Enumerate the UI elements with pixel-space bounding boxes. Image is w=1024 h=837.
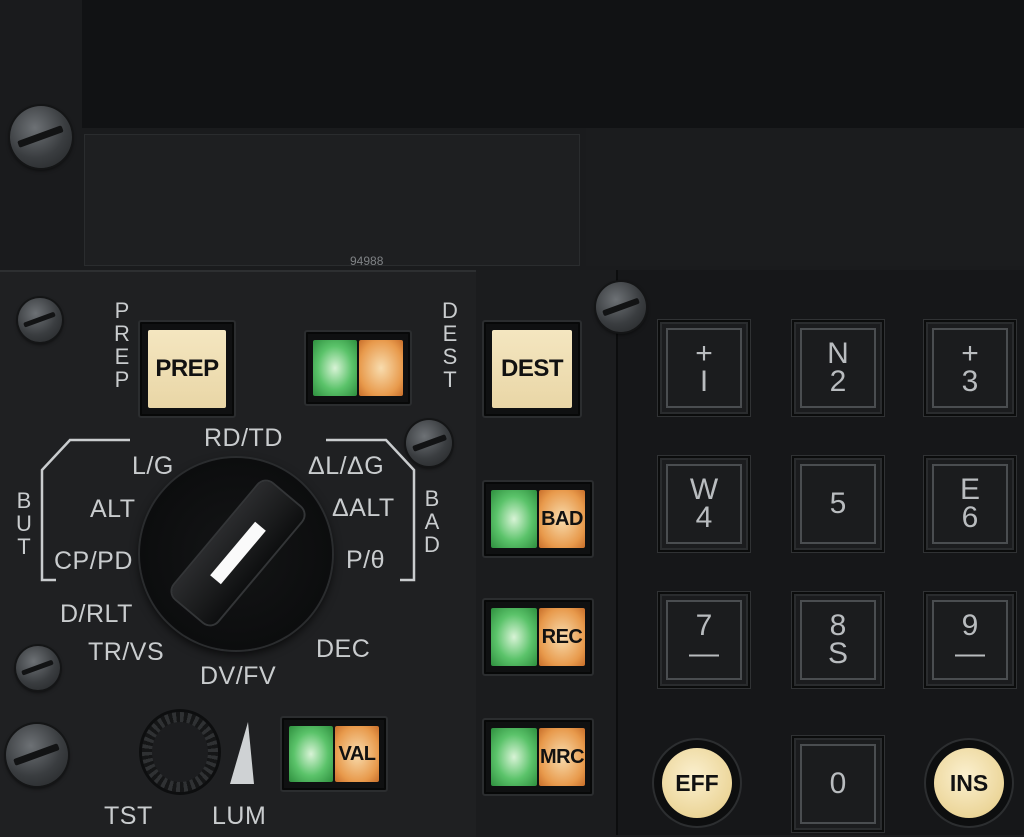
keypad-key-9[interactable]: 9— xyxy=(924,592,1016,688)
side-label-letter: T xyxy=(443,367,457,392)
selector-position-alt: ALT xyxy=(90,495,136,523)
screw-icon xyxy=(596,282,646,332)
keypad-key-2[interactable]: N2 xyxy=(792,320,884,416)
tst-knob[interactable] xyxy=(142,712,218,792)
keypad-key-5[interactable]: 5 xyxy=(792,456,884,552)
key-bottom: 3 xyxy=(961,365,979,398)
side-label-letter: D xyxy=(442,298,458,323)
bad-side-label: BAD xyxy=(420,488,444,557)
side-label-letter: B xyxy=(424,486,440,511)
selector-position-dec: DEC xyxy=(316,635,371,663)
side-label-letter: B xyxy=(16,488,32,513)
key-top: W xyxy=(689,473,719,506)
ins-label: INS xyxy=(934,748,1004,818)
selector-indicator-line xyxy=(210,521,266,585)
key-bottom: I xyxy=(699,365,709,398)
selector-position-delta-alt: ΔALT xyxy=(332,494,395,522)
ins-button[interactable]: INS xyxy=(926,740,1012,826)
val-label: VAL xyxy=(335,726,379,782)
screw-icon xyxy=(6,724,68,786)
keypad-key-7[interactable]: 7— xyxy=(658,592,750,688)
mrc-label: MRC xyxy=(539,728,585,786)
keypad-key-1[interactable]: + I xyxy=(658,320,750,416)
screw-icon xyxy=(10,106,72,168)
key-top: + xyxy=(961,337,979,370)
green-indicator xyxy=(289,726,333,782)
key-top: 7 xyxy=(695,609,713,642)
keypad-key-0[interactable]: 0 xyxy=(792,736,884,832)
eff-label: EFF xyxy=(662,748,732,818)
side-label-letter: E xyxy=(442,321,458,346)
key-bottom: — xyxy=(689,637,719,670)
prep-side-label: PREP xyxy=(110,300,134,392)
upper-display-window-right xyxy=(586,128,1024,266)
keypad-key-8[interactable]: 8S xyxy=(792,592,884,688)
screw-icon xyxy=(16,646,60,690)
selector-position-rd-td: RD/TD xyxy=(204,424,283,452)
key-top: + xyxy=(695,337,713,370)
key-bottom: 4 xyxy=(695,501,713,534)
side-label-letter: A xyxy=(424,509,440,534)
val-button[interactable]: VAL xyxy=(280,716,388,792)
tst-label: TST xyxy=(104,802,153,830)
side-label-letter: S xyxy=(442,344,458,369)
rec-button[interactable]: REC xyxy=(482,598,594,676)
side-label-letter: U xyxy=(16,511,32,536)
keypad-key-6[interactable]: E6 xyxy=(924,456,1016,552)
key-bottom: 5 xyxy=(829,487,847,520)
panel-number: 94988 xyxy=(350,254,384,268)
bad-label: BAD xyxy=(539,490,585,548)
green-indicator xyxy=(313,340,357,396)
upper-display-window xyxy=(84,134,580,266)
mrc-button[interactable]: MRC xyxy=(482,718,594,796)
dest-button-label: DEST xyxy=(492,330,572,408)
lum-label: LUM xyxy=(212,802,267,830)
side-label-letter: P xyxy=(114,298,130,323)
dest-button[interactable]: DEST xyxy=(482,320,582,418)
key-top: 8 xyxy=(829,609,847,642)
amber-indicator xyxy=(359,340,403,396)
key-top: 9 xyxy=(961,609,979,642)
selector-position-p-theta: P/θ xyxy=(346,546,386,574)
key-bottom: — xyxy=(955,637,985,670)
side-label-letter: R xyxy=(114,321,130,346)
green-indicator xyxy=(491,728,537,786)
selector-position-d-rlt: D/RLT xyxy=(60,600,133,628)
lum-ramp-icon xyxy=(230,722,254,784)
selector-position-delta-l-delta-g: ΔL/ΔG xyxy=(308,452,385,480)
screw-icon xyxy=(18,298,62,342)
key-bottom: 0 xyxy=(829,767,847,800)
key-bottom: 6 xyxy=(961,501,979,534)
prep-button[interactable]: PREP xyxy=(138,320,236,418)
bad-button[interactable]: BAD xyxy=(482,480,594,558)
keypad-key-3[interactable]: +3 xyxy=(924,320,1016,416)
rec-label: REC xyxy=(539,608,585,666)
side-label-letter: D xyxy=(424,532,440,557)
selector-position-dv-fv: DV/FV xyxy=(200,662,277,690)
key-top: N xyxy=(827,337,849,370)
indicator-button[interactable] xyxy=(304,330,412,406)
selector-position-cp-pd: CP/PD xyxy=(54,547,133,575)
green-indicator xyxy=(491,608,537,666)
selector-position-tr-vs: TR/VS xyxy=(88,638,165,666)
mode-selector-knob[interactable] xyxy=(140,458,332,650)
key-top: E xyxy=(959,473,980,506)
selector-position-l-g: L/G xyxy=(132,452,174,480)
green-indicator xyxy=(491,490,537,548)
selector-pointer xyxy=(168,477,308,629)
but-side-label: BUT xyxy=(12,490,36,559)
dest-side-label: DEST xyxy=(438,300,462,392)
side-label-letter: T xyxy=(17,534,31,559)
keypad-key-4[interactable]: W4 xyxy=(658,456,750,552)
tst-knob-cap xyxy=(152,722,208,782)
side-label-letter: P xyxy=(114,367,130,392)
key-bottom: 2 xyxy=(829,365,847,398)
eff-button[interactable]: EFF xyxy=(654,740,740,826)
key-bottom: S xyxy=(827,637,848,670)
side-label-letter: E xyxy=(114,344,130,369)
prep-button-label: PREP xyxy=(148,330,226,408)
upper-recess xyxy=(82,0,1024,128)
